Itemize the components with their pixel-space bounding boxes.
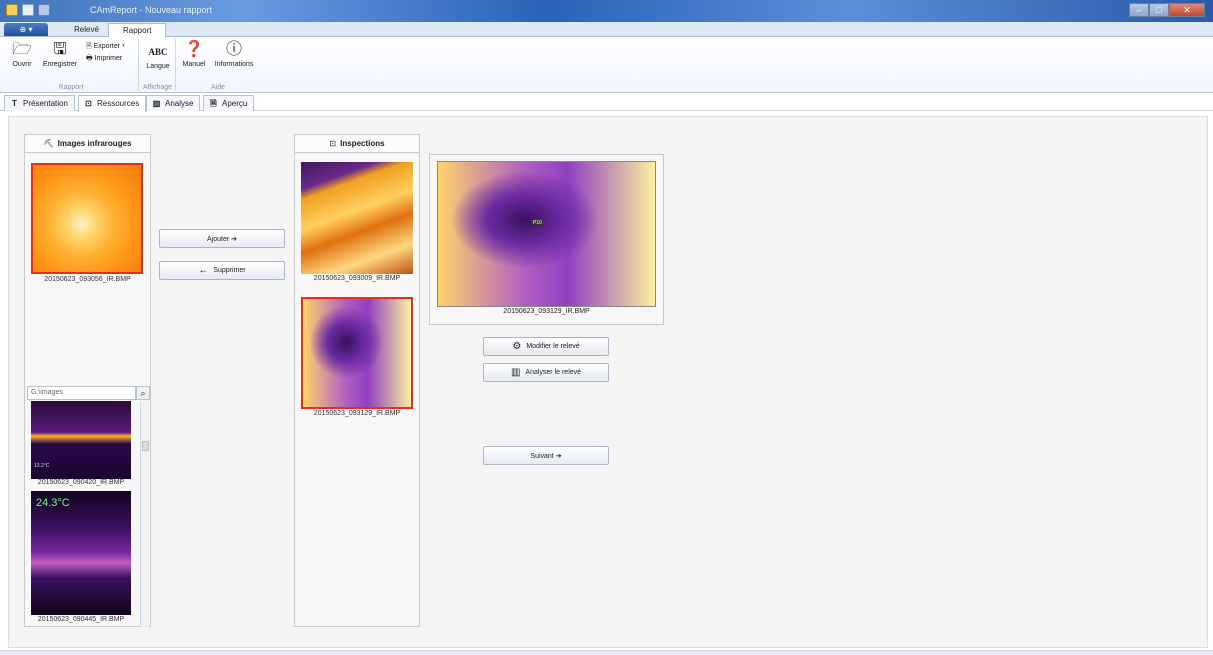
remove-button[interactable]: ← Supprimer: [159, 261, 285, 280]
new-icon[interactable]: [22, 4, 34, 16]
tab-apercu[interactable]: 🗎 Aperçu: [203, 95, 255, 111]
image-caption: 20150623_093129_IR.BMP: [313, 410, 401, 417]
analyze-survey-button[interactable]: ▥ Analyser le relevé: [483, 363, 609, 382]
infrared-thumbnail: [301, 297, 413, 409]
export-icon: 🗎: [86, 43, 92, 50]
window-title: CAmReport - Nouveau rapport: [90, 5, 213, 15]
add-button[interactable]: Ajouter ➔: [159, 229, 285, 248]
temperature-overlay: 13.2°C: [34, 463, 50, 469]
next-button[interactable]: Suivant ➔: [483, 446, 609, 465]
resources-page: ⛏ Images infrarouges 20150623_093056_IR.B…: [8, 116, 1208, 648]
manual-button[interactable]: ❓ Manuel: [179, 41, 209, 68]
tab-presentation[interactable]: T Présentation: [4, 95, 75, 111]
browser-item[interactable]: 13.2°C 20150623_090420_IR.BMP: [31, 401, 131, 491]
bar-chart-icon: ▥: [152, 99, 161, 108]
print-button[interactable]: 🖶 Imprimer: [86, 54, 122, 65]
preview-frame: P10 20150623_093129_IR.BMP: [429, 154, 664, 325]
ribbon-group-rapport: 🗁 Ouvrir 🖫 Enregistrer 🗎 Exporter ▾ 🖶 Im…: [4, 39, 139, 91]
spot-marker: P10: [532, 220, 543, 226]
ribbon: 🗁 Ouvrir 🖫 Enregistrer 🗎 Exporter ▾ 🖶 Im…: [0, 37, 1213, 93]
group-label-rapport: Rapport: [58, 84, 84, 91]
quick-access-toolbar: [6, 4, 50, 16]
maximize-button[interactable]: □: [1149, 3, 1169, 17]
image-frame-icon: ⊡: [329, 139, 337, 148]
inspection-item[interactable]: 20150623_093009_IR.BMP: [301, 162, 413, 288]
bar-chart-icon: ▥: [510, 367, 521, 378]
infrared-thumbnail: 13.2°C: [31, 401, 131, 479]
infrared-thumbnail: [301, 162, 413, 274]
selected-infrared-image[interactable]: 20150623_093056_IR.BMP: [31, 163, 144, 288]
tab-analyse[interactable]: ▥ Analyse: [146, 95, 201, 111]
image-frame-icon: ⊡: [85, 99, 92, 108]
arrow-left-icon: ←: [198, 265, 209, 276]
image-caption: 20150623_093009_IR.BMP: [313, 275, 401, 282]
ribbon-group-affichage: ABC Langue Affichage: [140, 39, 176, 91]
title-bar: CAmReport - Nouveau rapport – □ ✕: [0, 0, 1213, 22]
browser-scrollbar[interactable]: [140, 401, 149, 627]
infrared-thumbnail: [31, 163, 143, 274]
inspections-panel-header: ⊡ Inspections: [295, 135, 419, 153]
window-controls: – □ ✕: [1129, 3, 1205, 17]
ribbon-tab-bar: ⊕ ▾ Relevé Rapport: [0, 22, 1213, 37]
preview-caption: 20150623_093129_IR.BMP: [503, 308, 590, 315]
printer-icon: 🖶: [86, 55, 93, 62]
camera-icon: ⛏: [43, 139, 54, 148]
ribbon-tab-releve[interactable]: Relevé: [60, 23, 113, 37]
abc-icon: ABC: [148, 47, 168, 57]
application-menu-button[interactable]: ⊕ ▾: [4, 23, 48, 36]
page-tab-bar: T Présentation ⊡ Ressources ▥ Analyse 🗎 Aper…: [0, 94, 1213, 112]
information-button[interactable]: ⓘ Informations: [211, 41, 257, 68]
document-icon: 🗎: [210, 99, 217, 108]
image-caption: 20150623_093056_IR.BMP: [44, 276, 131, 283]
folder-path-field[interactable]: G:\images: [27, 386, 136, 400]
infrared-images-panel: ⛏ Images infrarouges 20150623_093056_IR.B…: [24, 134, 151, 627]
minimize-button[interactable]: –: [1129, 3, 1149, 17]
gear-icon: ⚙: [512, 341, 522, 352]
inspections-panel: ⊡ Inspections 20150623_093009_IR.BMP 2015…: [294, 134, 420, 627]
inspection-item-selected[interactable]: 20150623_093129_IR.BMP: [301, 297, 413, 423]
browser-item[interactable]: 24.3°C 20150623_090445_IR.BMP: [31, 491, 131, 627]
group-label-affichage: Affichage: [142, 84, 173, 91]
modify-survey-button[interactable]: ⚙ Modifier le relevé: [483, 337, 609, 356]
app-icon[interactable]: [6, 4, 18, 16]
close-button[interactable]: ✕: [1169, 3, 1205, 17]
infrared-panel-header: ⛏ Images infrarouges: [25, 135, 150, 153]
question-icon: ❓: [184, 41, 204, 58]
image-caption: 20150623_090420_IR.BMP: [37, 479, 125, 486]
ribbon-group-aide: ❓ Manuel ⓘ Informations Aide: [177, 39, 259, 91]
tab-ressources[interactable]: ⊡ Ressources: [78, 95, 147, 112]
folder-open-icon: 🗁: [12, 41, 32, 58]
floppy-icon: 🖫: [53, 41, 67, 58]
image-caption: 20150623_090445_IR.BMP: [37, 616, 125, 623]
info-icon: ⓘ: [225, 41, 242, 58]
status-bar: [0, 650, 1213, 655]
preview-image[interactable]: P10: [437, 161, 656, 307]
save-button[interactable]: 🖫 Enregistrer: [40, 41, 80, 68]
temperature-overlay: 24.3°C: [36, 497, 70, 509]
save-quick-icon[interactable]: [38, 4, 50, 16]
group-label-aide: Aide: [210, 84, 225, 91]
scrollbar-thumb[interactable]: [142, 441, 149, 451]
infrared-thumbnail: 24.3°C: [31, 491, 131, 615]
ribbon-tab-rapport[interactable]: Rapport: [108, 23, 167, 37]
search-icon[interactable]: ⌕: [136, 386, 150, 400]
language-button[interactable]: ABC Langue: [142, 43, 174, 70]
export-button[interactable]: 🗎 Exporter ▾: [86, 42, 125, 53]
open-button[interactable]: 🗁 Ouvrir: [8, 41, 36, 68]
text-icon: T: [12, 99, 17, 108]
